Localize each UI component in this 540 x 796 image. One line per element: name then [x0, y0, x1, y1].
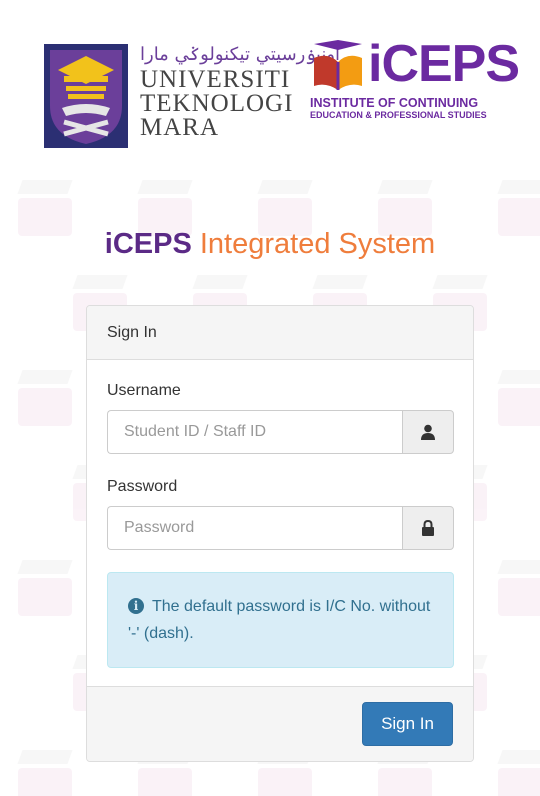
- uitm-logo: [44, 44, 128, 153]
- sign-in-panel: Sign In Username Password iThe: [86, 305, 474, 762]
- username-label: Username: [107, 382, 181, 399]
- username-input-group: [107, 410, 454, 454]
- watermark-tile: [490, 560, 540, 620]
- watermark-tile: [490, 370, 540, 430]
- password-input-group: [107, 506, 454, 550]
- watermark-tile: [490, 750, 540, 796]
- iceps-book-cap-icon: [314, 40, 362, 90]
- page-title-rest: Integrated System: [199, 228, 436, 260]
- sign-in-button[interactable]: Sign In: [362, 702, 453, 746]
- password-input[interactable]: [107, 506, 402, 550]
- watermark-tile: [10, 560, 80, 620]
- user-icon: [421, 424, 435, 440]
- iceps-subtitle-1: INSTITUTE OF CONTINUING: [310, 96, 479, 110]
- header-logos: اونيۏرسيتي تيکنولوݢي مارا UNIVERSITI TEK…: [0, 0, 540, 160]
- username-input[interactable]: [107, 410, 402, 454]
- page-title: iCEPS Integrated System: [0, 228, 540, 261]
- iceps-subtitle-2: EDUCATION & PROFESSIONAL STUDIES: [310, 110, 487, 120]
- sign-in-panel-footer: Sign In: [87, 686, 473, 761]
- iceps-wordmark: iCEPS: [368, 35, 520, 93]
- password-addon: [402, 506, 454, 550]
- default-password-alert: i The default password is I/C No. without…: [107, 572, 454, 668]
- info-icon: i: [128, 598, 144, 614]
- sign-in-panel-heading: Sign In: [87, 306, 473, 360]
- username-addon: [402, 410, 454, 454]
- lock-icon: [422, 520, 434, 536]
- watermark-tile: [10, 370, 80, 430]
- sign-in-panel-body: Username Password iThe default password …: [87, 360, 473, 668]
- password-label: Password: [107, 478, 178, 495]
- watermark-tile: [10, 750, 80, 796]
- alert-text: The default password is I/C No. without …: [128, 598, 431, 642]
- uitm-shield-icon: [44, 44, 128, 148]
- page-title-brand: iCEPS: [104, 228, 192, 260]
- panel-heading-text: Sign In: [107, 323, 157, 341]
